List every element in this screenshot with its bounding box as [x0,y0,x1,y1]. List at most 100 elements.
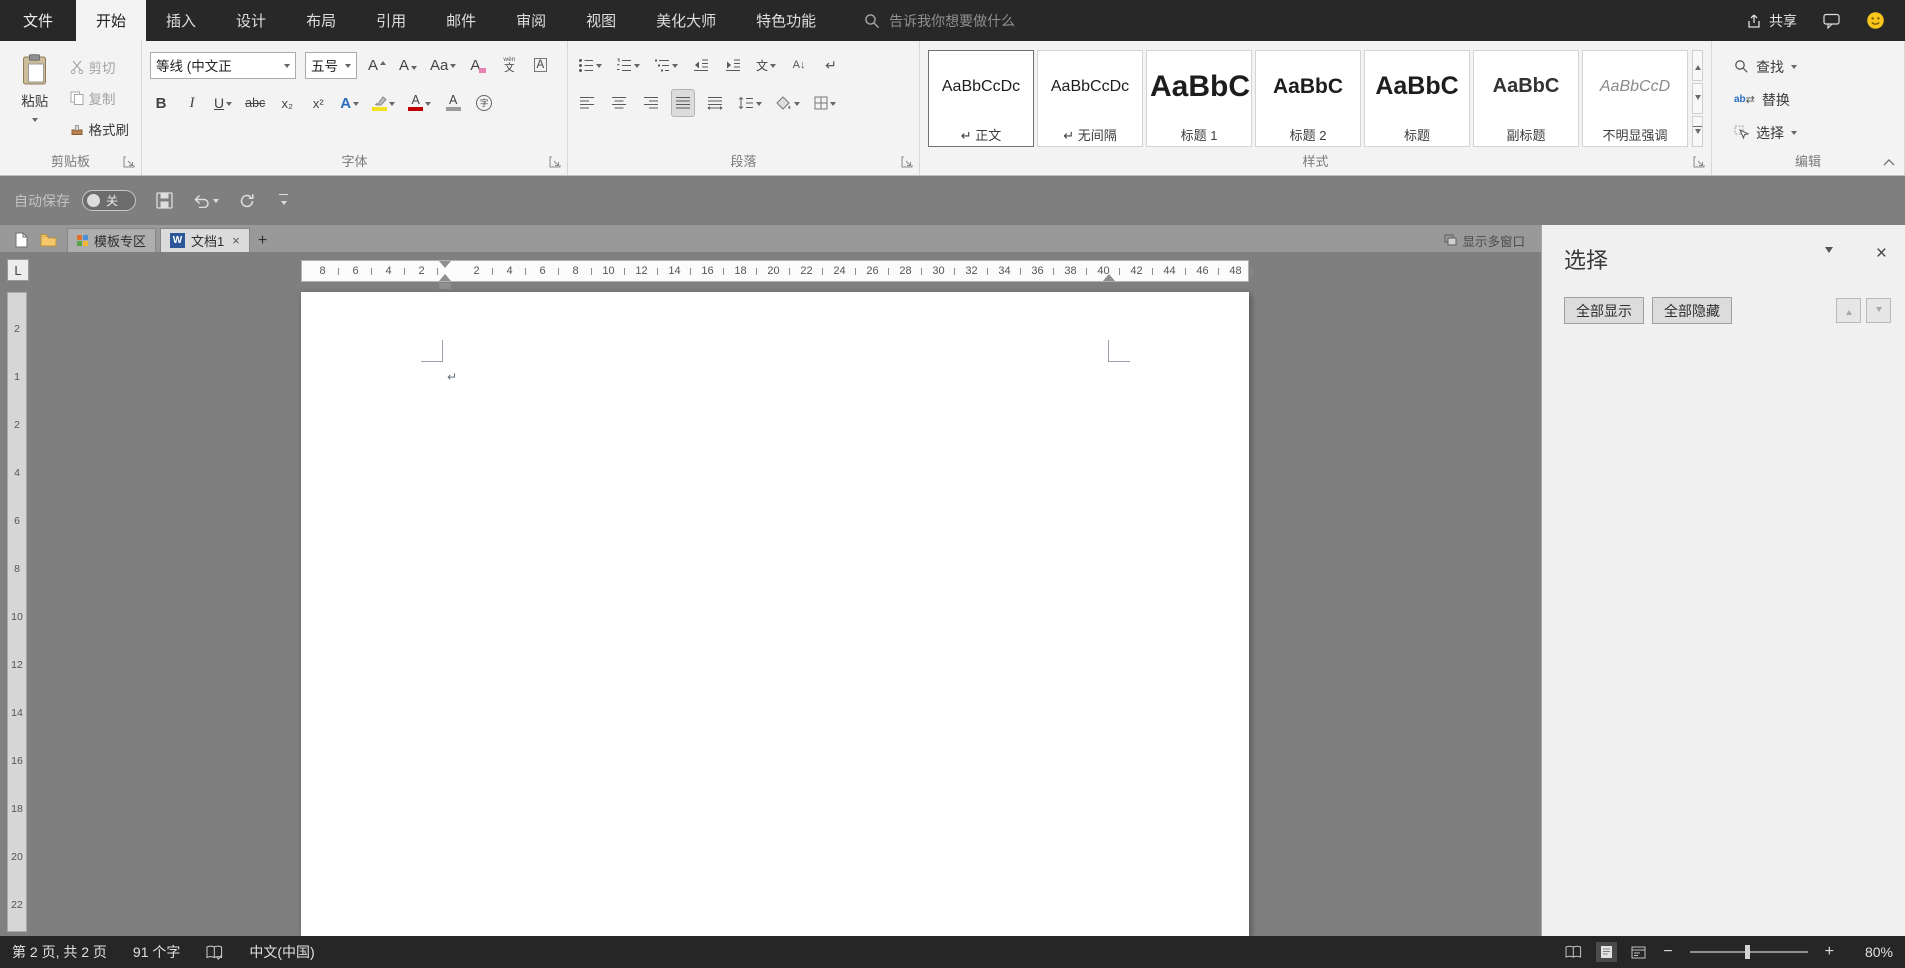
redo-button[interactable] [239,193,255,209]
word-count[interactable]: 91 个字 [133,942,180,962]
right-indent-marker[interactable] [1103,274,1115,281]
style-card[interactable]: AaBbCcDc ↵ 无间隔 [1037,50,1143,147]
bullets-button[interactable] [576,52,604,78]
paragraph-dialog-launcher[interactable] [901,156,913,168]
collapse-ribbon-button[interactable] [1882,157,1896,167]
character-shading-button[interactable]: A [442,90,464,116]
close-tab-icon[interactable]: × [232,233,240,248]
new-tab-button[interactable]: + [258,232,267,252]
select-button[interactable]: 选择 [1734,118,1896,147]
vertical-ruler[interactable]: 21246810121416182022 [7,292,27,932]
horizontal-ruler[interactable]: 8642 24681012141618202224262830323436384… [301,260,1249,282]
clipboard-dialog-launcher[interactable] [123,156,135,168]
style-card[interactable]: AaBbC 标题 2 [1255,50,1361,147]
font-size-select[interactable]: 五号 [305,52,357,79]
underline-button[interactable]: U [212,90,234,116]
shrink-font-button[interactable]: A [397,52,419,78]
zoom-out-button[interactable]: − [1660,943,1675,961]
zoom-in-button[interactable]: + [1822,943,1837,961]
decrease-indent-button[interactable] [690,52,712,78]
ribbon-tab[interactable]: 邮件 [426,0,496,41]
ribbon-tab[interactable]: 特色功能 [736,0,836,41]
clear-formatting-button[interactable]: A [467,52,489,78]
replace-button[interactable]: ab⇄ 替换 [1734,85,1896,114]
hide-all-button[interactable]: 全部隐藏 [1652,297,1732,324]
language-indicator[interactable]: 中文(中国) [249,942,314,962]
ribbon-tab[interactable]: 视图 [566,0,636,41]
multilevel-list-button[interactable] [652,52,680,78]
italic-button[interactable]: I [181,90,203,116]
new-document-button[interactable] [8,228,34,252]
strikethrough-button[interactable]: abc [243,90,267,116]
justify-button[interactable] [672,90,694,116]
open-folder-button[interactable] [34,228,63,252]
distribute-button[interactable] [704,90,726,116]
move-down-button[interactable] [1866,298,1891,323]
pane-menu-button[interactable] [1825,253,1833,269]
tab-stop-selector[interactable]: L [7,259,29,281]
left-indent-marker[interactable] [439,283,451,289]
enclose-characters-button[interactable]: 字 [473,90,495,116]
format-painter-button[interactable]: 格式刷 [66,114,134,143]
print-layout-active-indicator[interactable] [1596,942,1617,962]
font-name-select[interactable]: 等线 (中文正 [150,52,296,79]
character-border-button[interactable]: A [529,52,551,78]
ribbon-tab[interactable]: 插入 [146,0,216,41]
undo-button[interactable] [193,193,219,208]
hanging-indent-marker[interactable] [439,274,451,281]
styles-scroll-down-button[interactable] [1692,83,1703,114]
cut-button[interactable]: 剪切 [66,52,134,81]
style-card[interactable]: AaBbC 标题 [1364,50,1470,147]
read-mode-icon[interactable] [1565,945,1582,959]
font-color-button[interactable]: A [406,90,433,116]
smiley-feedback-icon[interactable] [1866,11,1885,30]
tab-template-zone[interactable]: 模板专区 [67,228,156,252]
subscript-button[interactable]: x₂ [276,90,298,116]
style-card[interactable]: AaBbC 标题 1 [1146,50,1252,147]
web-layout-icon[interactable] [1631,946,1646,959]
numbering-button[interactable] [614,52,642,78]
save-button[interactable] [156,192,173,209]
ribbon-tab[interactable]: 设计 [216,0,286,41]
grow-font-button[interactable]: A [366,52,388,78]
document-page[interactable]: ↵ [301,292,1249,936]
tell-me-search[interactable]: 告诉我你想要做什么 [864,0,1015,41]
line-spacing-button[interactable] [736,90,764,116]
zoom-slider[interactable] [1690,951,1808,953]
font-dialog-launcher[interactable] [549,156,561,168]
autosave-toggle[interactable]: 关 [82,190,136,211]
change-case-button[interactable]: Aa [428,52,458,78]
pane-close-icon[interactable]: × [1876,243,1887,265]
zoom-percentage[interactable]: 80% [1851,944,1893,960]
tab-file[interactable]: 文件 [0,0,76,41]
first-line-indent-marker[interactable] [439,261,451,268]
styles-more-button[interactable] [1692,116,1703,147]
asian-layout-button[interactable]: 文 [754,52,778,78]
align-center-button[interactable] [608,90,630,116]
increase-indent-button[interactable] [722,52,744,78]
move-up-button[interactable] [1836,298,1861,323]
show-multi-window-button[interactable]: 显示多窗口 [1444,228,1525,252]
paste-button[interactable]: 粘贴 [8,50,62,143]
bold-button[interactable]: B [150,90,172,116]
share-button[interactable]: 共享 [1746,11,1797,31]
show-all-button[interactable]: 全部显示 [1564,297,1644,324]
superscript-button[interactable]: x² [307,90,329,116]
copy-button[interactable]: 复制 [66,83,134,112]
ribbon-tab[interactable]: 布局 [286,0,356,41]
phonetic-guide-button[interactable]: wén文 [498,52,520,78]
style-card[interactable]: AaBbCcDc ↵ 正文 [928,50,1034,147]
style-card[interactable]: AaBbC 副标题 [1473,50,1579,147]
page-indicator[interactable]: 第 2 页, 共 2 页 [12,942,107,962]
align-left-button[interactable] [576,90,598,116]
text-effects-button[interactable]: A [338,90,361,116]
qat-customize-button[interactable] [279,194,288,208]
styles-dialog-launcher[interactable] [1693,156,1705,168]
shading-button[interactable] [774,90,802,116]
zoom-slider-thumb[interactable] [1745,945,1750,959]
ribbon-tab[interactable]: 审阅 [496,0,566,41]
align-right-button[interactable] [640,90,662,116]
styles-scroll-up-button[interactable] [1692,50,1703,81]
find-button[interactable]: 查找 [1734,52,1896,81]
show-hide-marks-button[interactable]: ↵ [820,52,842,78]
